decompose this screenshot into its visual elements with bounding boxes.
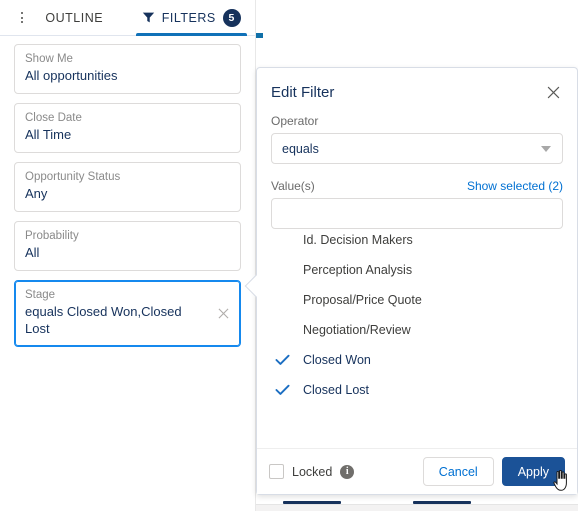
tab-filters-label: FILTERS [161,10,216,25]
option-label: Closed Lost [303,383,370,397]
filter-card-value: All opportunities [25,68,118,83]
popover-body: Operator equals Value(s) Show selected (… [257,108,577,405]
info-icon[interactable]: i [340,464,355,479]
filter-card-label: Show Me [25,53,73,65]
values-option-list: Id. Decision Makers Perception Analysis … [271,225,563,405]
filter-card-stage[interactable]: Stage equals Closed Won,Closed Lost [14,280,241,347]
funnel-icon [142,11,155,24]
locked-label: Locked [292,464,333,479]
filter-card-value: All Time [25,127,72,142]
panel-tabbar: OUTLINE FILTERS 5 [0,0,255,36]
footer-actions: Cancel Apply [422,457,565,486]
popover-title: Edit Filter [271,83,335,101]
filter-card-list: Show Me All opportunities Close Date All… [0,36,255,347]
option-proposal-price-quote[interactable]: Proposal/Price Quote [271,285,563,315]
option-label: Id. Decision Makers [303,233,413,247]
filter-card-value: Any [25,186,48,201]
filter-card-label: Probability [25,230,79,242]
left-panel: OUTLINE FILTERS 5 Show Me All opportunit… [0,0,256,511]
filter-card-opportunity-status[interactable]: Opportunity Status Any [14,162,241,212]
operator-select[interactable]: equals [271,133,563,164]
edit-filter-popover: Edit Filter Operator equals Value(s) Sho… [244,67,578,495]
remove-filter-stage-icon[interactable] [214,305,232,323]
tab-outline[interactable]: OUTLINE [0,0,128,35]
check-icon [275,354,303,366]
popover-footer: Locked i Cancel Apply [257,448,577,494]
close-popover-icon[interactable] [543,82,563,102]
option-label: Perception Analysis [303,263,413,277]
operator-label: Operator [271,114,319,128]
tab-filters[interactable]: FILTERS 5 [128,0,256,36]
locked-checkbox[interactable] [269,464,284,479]
app-root: OUTLINE FILTERS 5 Show Me All opportunit… [0,0,578,511]
option-label: Negotiation/Review [303,323,411,337]
values-search-input[interactable] [271,198,563,229]
option-label: Proposal/Price Quote [303,293,422,307]
filter-card-probability[interactable]: Probability All [14,221,241,271]
operator-select-value: equals [282,141,319,156]
filter-card-value: equals Closed Won,Closed Lost [25,304,182,336]
filter-card-label: Opportunity Status [25,171,121,183]
filter-card-label: Close Date [25,112,82,124]
values-header-row: Value(s) Show selected (2) [271,179,563,193]
filters-count-badge: 5 [222,8,241,27]
filter-card-close-date[interactable]: Close Date All Time [14,103,241,153]
option-perception-analysis[interactable]: Perception Analysis [271,255,563,285]
popover-header: Edit Filter [257,68,577,108]
filter-card-value: All [25,245,40,260]
locked-checkbox-group[interactable]: Locked i [269,464,355,479]
option-negotiation-review[interactable]: Negotiation/Review [271,315,563,345]
cancel-button[interactable]: Cancel [422,457,494,486]
check-icon [275,384,303,396]
list-outline-icon [21,12,38,24]
option-closed-lost[interactable]: Closed Lost [271,375,563,405]
option-closed-won[interactable]: Closed Won [271,345,563,375]
chevron-down-icon [541,145,551,152]
filter-card-show-me[interactable]: Show Me All opportunities [14,44,241,94]
values-label: Value(s) [271,179,315,193]
option-label: Closed Won [303,353,371,367]
background-bottom-band [256,504,578,511]
apply-button[interactable]: Apply [501,457,565,486]
background-accent-mark [256,33,263,38]
filter-card-label: Stage [25,289,56,301]
show-selected-link[interactable]: Show selected (2) [467,179,563,193]
option-id-decision-makers[interactable]: Id. Decision Makers [271,225,563,255]
tab-outline-label: OUTLINE [45,10,104,25]
